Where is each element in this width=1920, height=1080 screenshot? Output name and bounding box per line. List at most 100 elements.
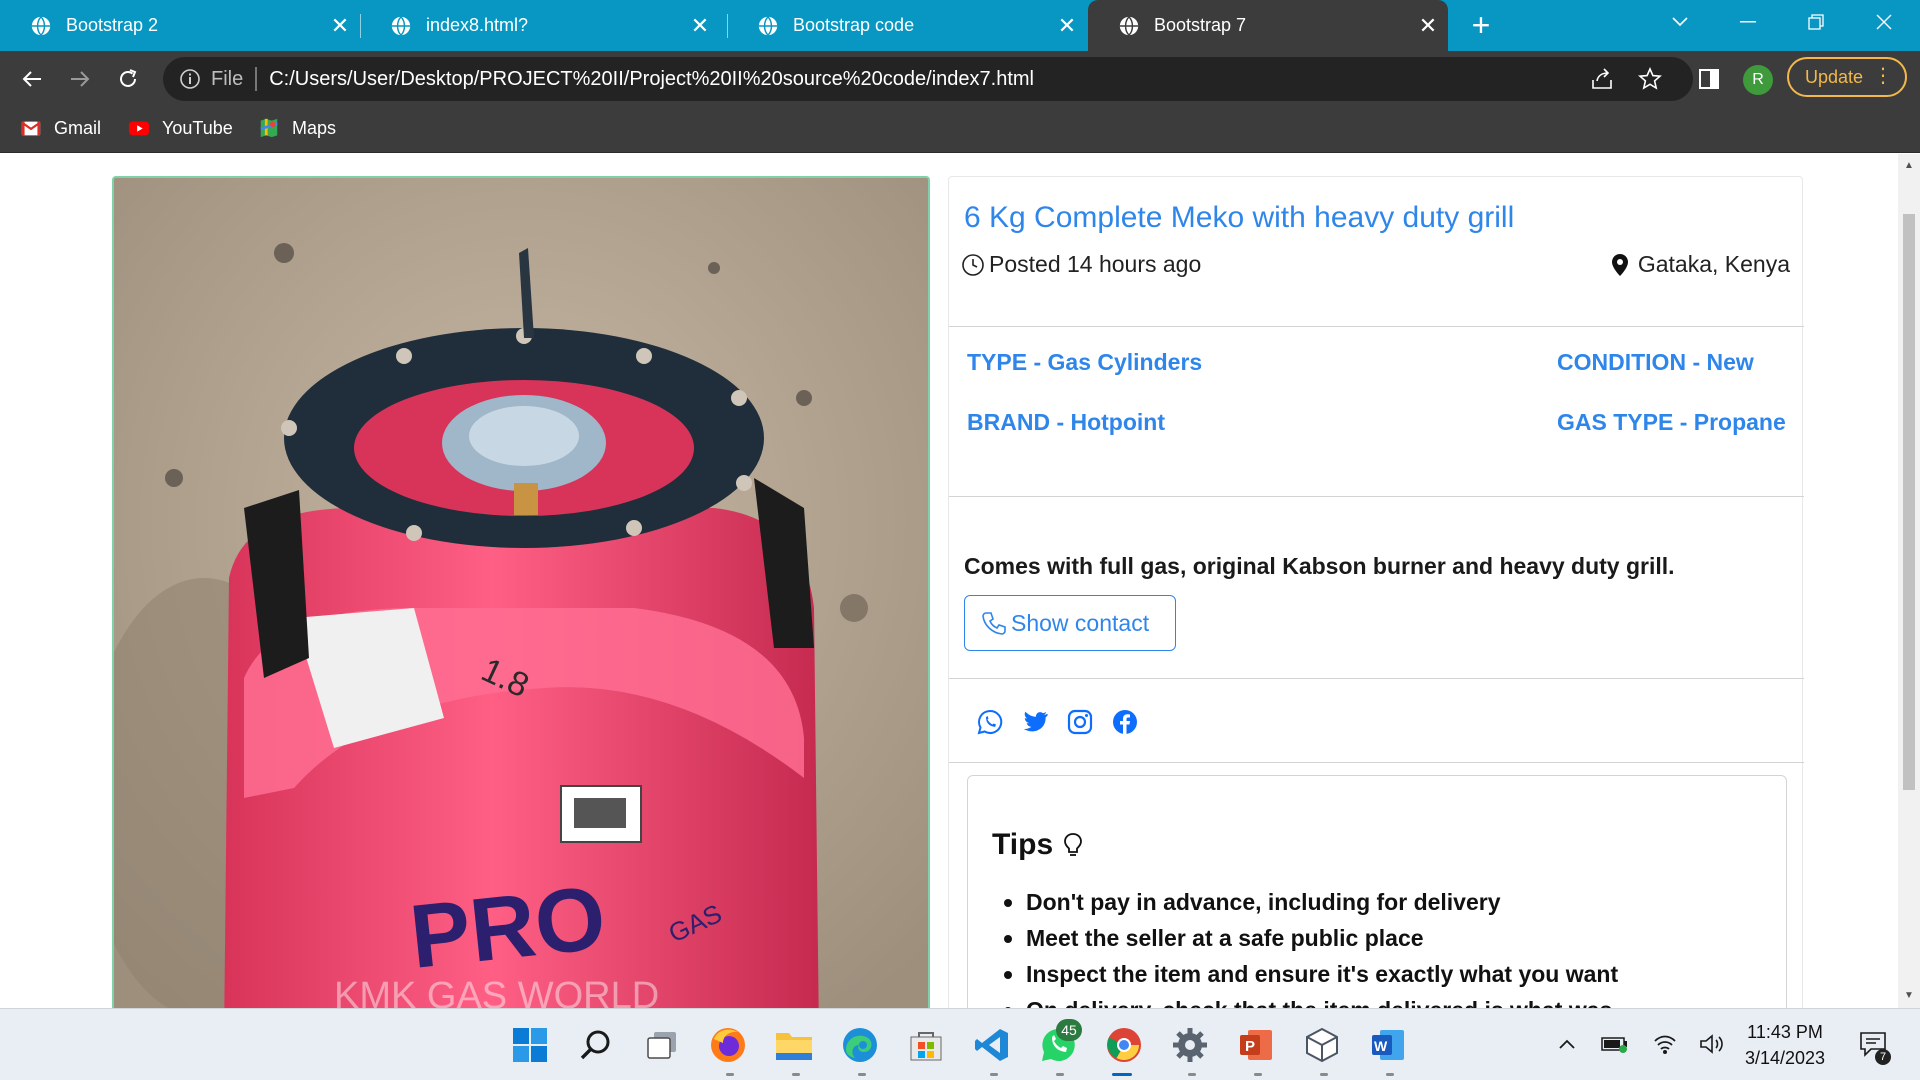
tab-close-icon[interactable]: ✕ xyxy=(1047,13,1087,39)
facebook-icon xyxy=(1113,710,1137,734)
tab-label: index8.html? xyxy=(426,15,529,35)
running-indicator xyxy=(858,1073,866,1076)
listing-location: Gataka, Kenya xyxy=(1610,251,1790,278)
store-icon xyxy=(910,1032,942,1061)
start-button[interactable] xyxy=(508,1023,552,1067)
battery-icon[interactable] xyxy=(1600,1029,1630,1059)
tips-list: Don't pay in advance, including for deli… xyxy=(1003,884,1618,1008)
running-indicator xyxy=(726,1073,734,1076)
running-indicator xyxy=(1386,1073,1394,1076)
system-clock[interactable]: 11:43 PM 3/14/2023 xyxy=(1730,1019,1840,1071)
show-hidden-icons-chevron-icon[interactable] xyxy=(1552,1029,1582,1059)
search-button[interactable] xyxy=(574,1023,618,1067)
info-icon[interactable] xyxy=(179,68,201,90)
folder-icon xyxy=(776,1033,812,1060)
reload-button[interactable] xyxy=(110,61,146,97)
firefox-app[interactable] xyxy=(706,1023,750,1067)
twitter-icon xyxy=(1023,711,1048,732)
instagram-share[interactable] xyxy=(1065,707,1095,737)
tab-close-icon[interactable]: ✕ xyxy=(320,13,360,39)
bookmark-label: Maps xyxy=(292,117,337,138)
globe-icon xyxy=(391,15,411,36)
update-label: Update xyxy=(1805,66,1864,87)
windows-logo-icon xyxy=(513,1028,547,1062)
show-contact-button[interactable]: Show contact xyxy=(964,595,1176,651)
gas-cylinder-image: 1.8 PRO GAS KMK GAS WORLD xyxy=(114,178,928,1008)
svg-text:W: W xyxy=(1374,1038,1388,1054)
tab-close-icon[interactable]: ✕ xyxy=(680,13,720,39)
wifi-icon[interactable] xyxy=(1650,1029,1680,1059)
vscode-app[interactable] xyxy=(970,1023,1014,1067)
clock-date: 3/14/2023 xyxy=(1744,1048,1826,1068)
edge-app[interactable] xyxy=(838,1023,882,1067)
close-window-button[interactable] xyxy=(1849,0,1919,44)
spec-type: TYPE - Gas Cylinders xyxy=(967,349,1203,375)
bookmark-maps[interactable]: Maps xyxy=(258,117,336,139)
volume-icon[interactable] xyxy=(1697,1029,1727,1059)
tab-search-chevron-icon[interactable] xyxy=(1645,0,1715,44)
powerpoint-app[interactable]: P xyxy=(1234,1023,1278,1067)
tip-item: Inspect the item and ensure it's exactly… xyxy=(1003,956,1618,992)
tab-bootstrap-7[interactable]: Bootstrap 7 ✕ xyxy=(1088,0,1448,51)
tips-heading: Tips xyxy=(992,828,1085,862)
reload-icon xyxy=(120,69,137,87)
page-scrollbar[interactable]: ▲ ▼ xyxy=(1898,154,1920,1008)
tab-bootstrap-code[interactable]: Bootstrap code ✕ xyxy=(727,0,1087,51)
posted-time-text: Posted 14 hours ago xyxy=(989,251,1202,277)
tip-item: Don't pay in advance, including for deli… xyxy=(1003,884,1618,920)
url-text[interactable]: C:/Users/User/Desktop/PROJECT%20II/Proje… xyxy=(269,68,1034,91)
task-view-button[interactable] xyxy=(640,1023,684,1067)
facebook-share[interactable] xyxy=(1110,707,1140,737)
bookmark-youtube[interactable]: YouTube xyxy=(128,117,233,139)
listing-description: Comes with full gas, original Kabson bur… xyxy=(964,553,1675,579)
cube-icon xyxy=(1306,1027,1338,1063)
phone-icon xyxy=(982,612,1006,635)
chrome-app[interactable] xyxy=(1102,1023,1146,1067)
restore-button[interactable] xyxy=(1781,0,1851,44)
bookmark-gmail[interactable]: Gmail xyxy=(20,117,101,139)
tab-bootstrap-2[interactable]: Bootstrap 2 ✕ xyxy=(0,0,360,51)
active-indicator xyxy=(1112,1073,1132,1076)
instagram-icon xyxy=(1067,709,1093,735)
profile-avatar[interactable]: R xyxy=(1743,65,1773,95)
share-page-icon[interactable] xyxy=(1584,61,1620,97)
settings-app[interactable] xyxy=(1168,1023,1212,1067)
tab-index8[interactable]: index8.html? ✕ xyxy=(360,0,720,51)
minimize-button[interactable] xyxy=(1713,0,1783,44)
spec-brand: BRAND - Hotpoint xyxy=(967,409,1166,435)
scrollbar-thumb[interactable] xyxy=(1903,214,1915,790)
powerpoint-icon: P xyxy=(1240,1030,1272,1060)
update-button[interactable]: Update ⋮ xyxy=(1787,57,1907,97)
bookmarks-bar: Gmail YouTube Maps xyxy=(0,107,1920,153)
forward-button[interactable] xyxy=(62,61,98,97)
address-bar[interactable]: File C:/Users/User/Desktop/PROJECT%20II/… xyxy=(163,57,1693,101)
scroll-up-icon[interactable]: ▲ xyxy=(1903,160,1915,172)
location-text: Gataka, Kenya xyxy=(1637,251,1790,277)
menu-dots-icon[interactable]: ⋮ xyxy=(1873,65,1893,87)
microsoft-store-app[interactable] xyxy=(904,1023,948,1067)
virtualbox-app[interactable] xyxy=(1300,1023,1344,1067)
whatsapp-share[interactable] xyxy=(975,707,1005,737)
bookmark-label: Gmail xyxy=(54,117,102,138)
side-panel-icon[interactable] xyxy=(1691,61,1727,97)
globe-icon xyxy=(1119,15,1139,36)
bookmark-star-icon[interactable] xyxy=(1632,61,1668,97)
arrow-left-icon xyxy=(22,71,41,87)
twitter-share[interactable] xyxy=(1020,707,1050,737)
tab-close-icon[interactable]: ✕ xyxy=(1408,13,1448,39)
file-explorer-app[interactable] xyxy=(772,1023,816,1067)
spec-condition: CONDITION - New xyxy=(1557,349,1754,375)
tab-label: Bootstrap code xyxy=(793,15,915,35)
scroll-down-icon[interactable]: ▼ xyxy=(1903,990,1915,1002)
edge-icon xyxy=(843,1028,877,1062)
divider xyxy=(949,678,1804,679)
svg-text:P: P xyxy=(1245,1038,1255,1055)
new-tab-button[interactable]: + xyxy=(1464,8,1498,42)
globe-icon xyxy=(758,15,778,36)
tip-item: Meet the seller at a safe public place xyxy=(1003,920,1618,956)
listing-details-card: 6 Kg Complete Meko with heavy duty grill… xyxy=(948,176,1804,1008)
word-app[interactable]: W xyxy=(1366,1023,1410,1067)
location-pin-icon xyxy=(1611,253,1628,276)
back-button[interactable] xyxy=(14,61,50,97)
running-indicator xyxy=(1254,1073,1262,1076)
